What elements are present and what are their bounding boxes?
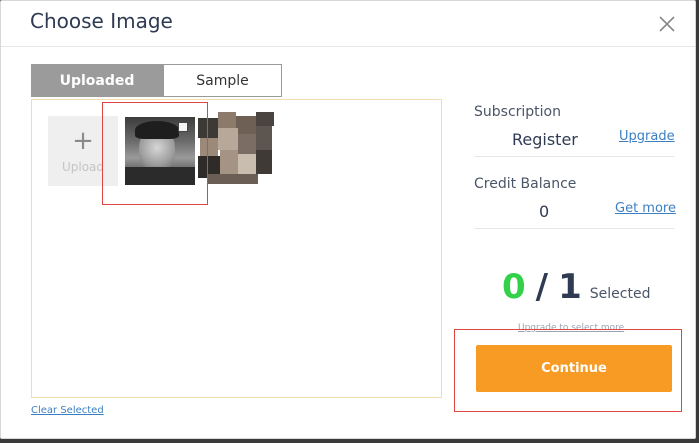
subscription-value: Register (512, 130, 578, 149)
selected-count: 0 (502, 267, 526, 307)
pixel-block (256, 112, 274, 126)
portrait-thumbnail[interactable] (125, 117, 195, 185)
pixel-block (218, 112, 236, 128)
plus-icon: + (72, 126, 94, 156)
pixel-block (200, 138, 218, 156)
pixel-block (218, 128, 238, 150)
portrait-hair (135, 121, 179, 139)
close-icon[interactable] (656, 13, 678, 35)
pixel-block (220, 150, 238, 174)
clear-selected-link[interactable]: Clear Selected (31, 405, 104, 416)
credit-balance-value: 0 (539, 202, 550, 221)
credit-balance-label: Credit Balance (474, 176, 577, 192)
pixel-block (238, 134, 256, 154)
continue-button[interactable]: Continue (476, 345, 672, 392)
count-separator: / (535, 267, 549, 307)
pixel-block (256, 150, 272, 174)
pixel-block (208, 174, 258, 184)
tab-sample[interactable]: Sample (163, 64, 282, 97)
subscription-divider (474, 156, 674, 157)
subscription-label: Subscription (474, 104, 561, 120)
pixel-block (238, 154, 256, 176)
get-more-link[interactable]: Get more (615, 201, 676, 216)
upgrade-link[interactable]: Upgrade (619, 129, 675, 144)
credit-divider (474, 228, 674, 229)
tab-uploaded[interactable]: Uploaded (31, 64, 163, 97)
pixelated-thumbnail[interactable] (198, 112, 276, 186)
modal-title: Choose Image (30, 9, 173, 33)
header-divider (1, 46, 695, 47)
image-gallery-panel: + Upload (31, 99, 442, 398)
upload-label: Upload (61, 160, 105, 174)
image-source-tabs: Uploaded Sample (31, 64, 282, 99)
pixel-block (256, 126, 272, 150)
select-checkbox[interactable] (178, 122, 188, 132)
pixel-block (236, 116, 256, 134)
max-count: 1 (558, 267, 582, 307)
selected-label: Selected (589, 286, 651, 302)
upload-tile[interactable]: + Upload (48, 116, 118, 186)
portrait-body (125, 167, 195, 185)
upgrade-to-select-more-link[interactable]: Upgrade to select more (518, 323, 624, 333)
selection-counter: 0 / 1 Selected (502, 267, 650, 307)
pixel-block (198, 118, 218, 138)
choose-image-modal: Choose Image Uploaded Sample + Upload Cl… (0, 0, 696, 439)
